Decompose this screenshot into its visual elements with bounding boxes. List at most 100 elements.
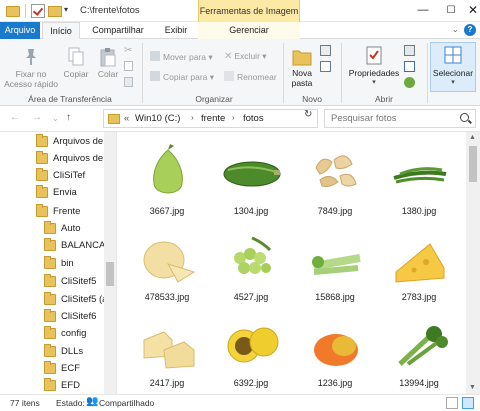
breadcrumb-overflow[interactable]: « (124, 113, 129, 124)
quick-access-dropdown-icon[interactable]: ▾ (64, 5, 68, 14)
rename-button[interactable]: Renomear (224, 71, 277, 82)
ribbon-expand-icon[interactable]: ⌄ (452, 25, 459, 34)
move-to-button[interactable]: Mover para ▾ (150, 51, 213, 63)
open-icon[interactable] (404, 45, 415, 56)
file-item[interactable]: 15868.jpg (296, 220, 374, 304)
rename-label: Renomear (237, 72, 277, 82)
state-label: Estado: (56, 398, 85, 408)
file-item[interactable]: 1304.jpg (212, 134, 290, 218)
recent-locations-icon[interactable]: ⌄ (52, 114, 59, 123)
celery-icon (312, 254, 361, 275)
edit-icon[interactable] (404, 61, 415, 72)
ribbon: Fixar no Acesso rápido Copiar Colar ✂ Ár… (0, 39, 480, 106)
paste-shortcut-icon[interactable] (124, 77, 133, 87)
select-dropdown-icon: ▾ (451, 79, 455, 86)
tab-gerenciar[interactable]: Gerenciar (198, 22, 300, 39)
nav-item-label: CliSitef6 (61, 311, 97, 322)
breadcrumb[interactable]: « Win10 (C:) › frente › fotos (103, 109, 318, 128)
file-item[interactable]: 478533.jpg (128, 220, 206, 304)
pin-icon (26, 49, 36, 65)
breadcrumb-chevron-icon[interactable]: › (191, 113, 194, 122)
file-item[interactable]: 13994.jpg (380, 306, 458, 390)
file-item[interactable]: 7849.jpg (296, 134, 374, 218)
paste-button[interactable]: Colar (94, 47, 122, 79)
breadcrumb-item-frente[interactable]: frente (201, 113, 225, 124)
nav-item-label: CliSitef5 (61, 276, 97, 287)
breadcrumb-item-fotos[interactable]: fotos (243, 113, 264, 124)
scroll-up-icon[interactable]: ▲ (469, 134, 476, 141)
new-folder-icon[interactable] (48, 6, 62, 17)
file-name: 15868.jpg (315, 292, 355, 302)
close-button[interactable]: ✕ (458, 0, 480, 22)
scroll-down-icon[interactable]: ▼ (469, 384, 476, 391)
copy-to-label: Copiar para ▾ (163, 72, 215, 82)
large-icons-view-button[interactable] (462, 397, 474, 409)
properties-check-icon[interactable] (31, 4, 45, 18)
file-name: 13994.jpg (399, 378, 439, 388)
passion-fruit-icon (227, 327, 279, 363)
move-to-icon (150, 51, 160, 61)
cut-icon[interactable]: ✂ (124, 45, 132, 56)
delete-button[interactable]: ✕ Excluir ▾ (224, 51, 267, 62)
nav-item-label: CliSiTef (53, 170, 86, 181)
folder-icon (44, 238, 56, 251)
history-icon[interactable] (404, 77, 415, 88)
group-label-organize: Organizar (195, 94, 233, 104)
minimize-button[interactable]: — (408, 0, 438, 22)
group-label-open: Abrir (375, 94, 393, 104)
item-count: 77 itens (10, 398, 40, 408)
mango-icon (314, 334, 358, 366)
new-folder-button[interactable]: Nova pasta (286, 45, 318, 88)
properties-button[interactable]: Propriedades ▾ (344, 45, 404, 86)
new-item-icon[interactable] (320, 45, 331, 56)
copy-to-button[interactable]: Copiar para ▾ (150, 71, 214, 83)
folder-icon (36, 134, 48, 147)
up-arrow-icon[interactable]: ↑ (66, 112, 71, 123)
context-tab-image-tools: Ferramentas de Imagem (198, 0, 300, 22)
nav-scrollbar[interactable] (104, 132, 116, 394)
breadcrumb-chevron-icon[interactable]: › (232, 113, 235, 122)
file-item[interactable]: 4527.jpg (212, 220, 290, 304)
file-name: 1380.jpg (401, 206, 437, 216)
breadcrumb-item-drive[interactable]: Win10 (C:) (135, 113, 180, 124)
file-item[interactable]: 1236.jpg (296, 306, 374, 390)
tab-exibir[interactable]: Exibir (158, 22, 194, 39)
file-item[interactable]: 1380.jpg (380, 134, 458, 218)
paste-label: Colar (97, 69, 119, 79)
new-folder-icon (292, 50, 312, 66)
back-arrow-icon[interactable]: ← (10, 112, 20, 123)
folder-icon (36, 168, 48, 181)
tab-arquivo[interactable]: Arquivo (0, 22, 40, 39)
select-button[interactable]: Selecionar ▾ (430, 42, 476, 92)
folder-icon (44, 292, 56, 305)
easy-access-icon[interactable] (320, 61, 331, 72)
pin-quick-access-button[interactable]: Fixar no Acesso rápido (4, 47, 58, 89)
search-input[interactable]: Pesquisar fotos (324, 109, 476, 128)
file-item[interactable]: 2417.jpg (128, 306, 206, 390)
file-grid-scrollbar-thumb[interactable] (469, 146, 477, 182)
quick-access-separator (25, 4, 26, 18)
file-item[interactable]: 3667.jpg (128, 134, 206, 218)
folder-icon (44, 309, 56, 322)
forward-arrow-icon[interactable]: → (32, 112, 42, 123)
tab-inicio[interactable]: Início (42, 22, 80, 40)
file-grid-scrollbar[interactable]: ▲ ▼ (466, 132, 480, 394)
pane-divider[interactable] (116, 132, 117, 394)
help-icon[interactable]: ? (464, 24, 476, 36)
search-icon (460, 113, 469, 122)
file-item[interactable]: 2783.jpg (380, 220, 458, 304)
copy-button[interactable]: Copiar (62, 47, 90, 79)
nav-item-label: Auto (61, 223, 81, 234)
details-view-button[interactable] (446, 397, 458, 409)
file-item[interactable]: 6392.jpg (212, 306, 290, 390)
refresh-icon[interactable]: ↻ (304, 109, 312, 120)
delete-label: Excluir ▾ (234, 51, 267, 61)
folder-icon (44, 256, 56, 269)
nav-scrollbar-thumb[interactable] (106, 262, 114, 286)
copy-path-icon[interactable] (124, 61, 133, 71)
properties-label: Propriedades (348, 68, 400, 78)
select-grid-icon (444, 46, 462, 64)
rename-icon (224, 71, 234, 81)
nav-item-label: BALANCA (61, 240, 106, 251)
tab-compartilhar[interactable]: Compartilhar (86, 22, 150, 39)
